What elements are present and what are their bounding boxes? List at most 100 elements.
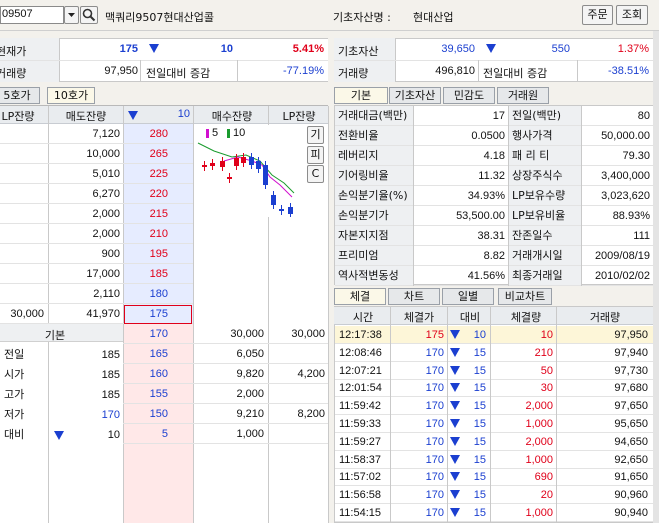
bid-price[interactable]: 160 — [126, 364, 168, 384]
down-arrow-icon — [486, 44, 496, 53]
ask-price[interactable]: 220 — [126, 184, 168, 204]
tab-info-underlying[interactable]: 기초자산 — [389, 87, 441, 104]
ask-qty: 17,000 — [86, 268, 120, 280]
bid-price[interactable]: 155 — [126, 384, 168, 404]
tab-info-basic[interactable]: 기본 — [334, 87, 388, 104]
info-value: 8.82 — [483, 250, 505, 262]
bid-price[interactable]: 5 — [126, 424, 168, 444]
info-value: 53,500.00 — [456, 210, 505, 222]
bid-lp-qty — [270, 424, 325, 444]
candle-body — [234, 158, 239, 166]
header-ask-qty: 매도잔량 — [65, 110, 107, 123]
volume-value: 97,950 — [104, 65, 138, 77]
basic-label: 기본 — [44, 329, 66, 342]
info-value: 80 — [637, 110, 650, 122]
info-value: 0.0500 — [471, 130, 505, 142]
bid-lp-qty — [270, 384, 325, 404]
info-value: 2009/08/19 — [594, 250, 650, 262]
ask-price[interactable]: 195 — [126, 244, 168, 264]
info-label: 거래대금(백만) — [338, 109, 408, 122]
code-dropdown-button[interactable] — [64, 6, 79, 24]
divider — [478, 60, 479, 82]
tab-daily[interactable]: 일별 — [442, 288, 494, 305]
header-bid-qty: 매수잔량 — [211, 110, 253, 123]
side-button-fibo[interactable]: 피 — [307, 146, 324, 164]
bid-qty: 6,050 — [236, 348, 264, 360]
info-value: 11.32 — [478, 170, 505, 182]
tab-info-brokers[interactable]: 거래원 — [497, 87, 549, 104]
chevron-down-icon — [68, 13, 75, 17]
trades-header-volume: 거래량 — [589, 311, 621, 324]
ask-price[interactable]: 225 — [126, 164, 168, 184]
down-arrow-icon — [450, 508, 460, 517]
asset-change: 550 — [551, 43, 570, 55]
divider — [508, 106, 509, 286]
divider — [0, 60, 328, 61]
asset-prev-rate: -38.51% — [608, 65, 649, 77]
tab-compare-chart[interactable]: 비교차트 — [498, 288, 552, 305]
bid-price[interactable]: 150 — [126, 404, 168, 424]
ask-lp-qty — [0, 124, 44, 144]
bid-lp-qty: 30,000 — [291, 328, 325, 340]
basic-row-value: 185 — [101, 349, 120, 361]
tab-10-hoga[interactable]: 10호가 — [47, 87, 95, 104]
info-label: 전일(백만) — [512, 109, 562, 122]
bid-lp-qty: 8,200 — [297, 408, 325, 420]
bid-lp-qty: 4,200 — [297, 368, 325, 380]
scrollbar[interactable] — [653, 31, 659, 523]
header-price-change: 10 — [177, 108, 190, 120]
ask-lp-qty — [0, 264, 44, 284]
header-price-arrow — [128, 108, 138, 121]
side-button-chart[interactable]: 기 — [307, 126, 324, 144]
down-arrow-icon — [149, 44, 159, 53]
info-label: LP보유수량 — [512, 189, 566, 202]
inquiry-button[interactable]: 조회 — [616, 5, 648, 25]
info-label: 잔존일수 — [512, 229, 553, 242]
bid-price[interactable]: 170 — [126, 324, 168, 344]
trades-header-time: 시간 — [352, 311, 374, 324]
bid-price[interactable]: 165 — [126, 344, 168, 364]
info-value: 4.18 — [483, 150, 505, 162]
info-value: 50,000.00 — [601, 130, 650, 142]
code-text: 09507 — [2, 8, 33, 20]
ask-lp-qty — [0, 224, 44, 244]
ask-qty: 2,000 — [92, 228, 120, 240]
down-arrow-icon — [450, 365, 460, 375]
info-label: 자본지지점 — [338, 229, 389, 242]
side-button-c[interactable]: C — [307, 165, 324, 183]
ask-price[interactable]: 185 — [126, 264, 168, 284]
header-bid-lp: LP잔량 — [282, 110, 316, 123]
ask-price[interactable]: 180 — [126, 284, 168, 304]
info-label: 기어링비율 — [338, 169, 389, 182]
search-button[interactable] — [80, 6, 98, 24]
tab-trades[interactable]: 체결 — [334, 288, 386, 305]
tab-5-hoga[interactable]: 5호가 — [0, 87, 40, 104]
ask-qty: 2,110 — [93, 288, 120, 300]
ask-lp-qty — [0, 244, 44, 264]
divider — [556, 307, 557, 523]
divider — [447, 307, 448, 523]
ask-price[interactable]: 280 — [126, 124, 168, 144]
ask-qty: 7,120 — [92, 128, 120, 140]
info-value: 41.56% — [467, 270, 505, 282]
code-input[interactable]: 09507 — [0, 6, 64, 24]
ask-price[interactable]: 265 — [126, 144, 168, 164]
order-button[interactable]: 주문 — [582, 5, 613, 25]
asset-price: 39,650 — [441, 43, 475, 55]
ask-price[interactable]: 215 — [126, 204, 168, 224]
candle-body — [210, 163, 215, 166]
info-label: LP보유비율 — [512, 209, 566, 222]
info-label: 전환비율 — [338, 129, 379, 142]
info-value: 88.93% — [612, 210, 650, 222]
ask-qty: 10,000 — [86, 148, 120, 160]
candle-body — [241, 157, 246, 163]
ask-qty: 6,270 — [92, 188, 120, 200]
bid-qty: 9,820 — [236, 368, 264, 380]
ask-price[interactable]: 210 — [126, 224, 168, 244]
ask-lp-qty — [0, 164, 44, 184]
tab-info-sensitivity[interactable]: 민감도 — [443, 87, 495, 104]
bid-qty: 30,000 — [230, 328, 264, 340]
tab-chart[interactable]: 차트 — [388, 288, 440, 305]
down-arrow-icon — [450, 436, 460, 446]
top-bar — [0, 0, 659, 31]
